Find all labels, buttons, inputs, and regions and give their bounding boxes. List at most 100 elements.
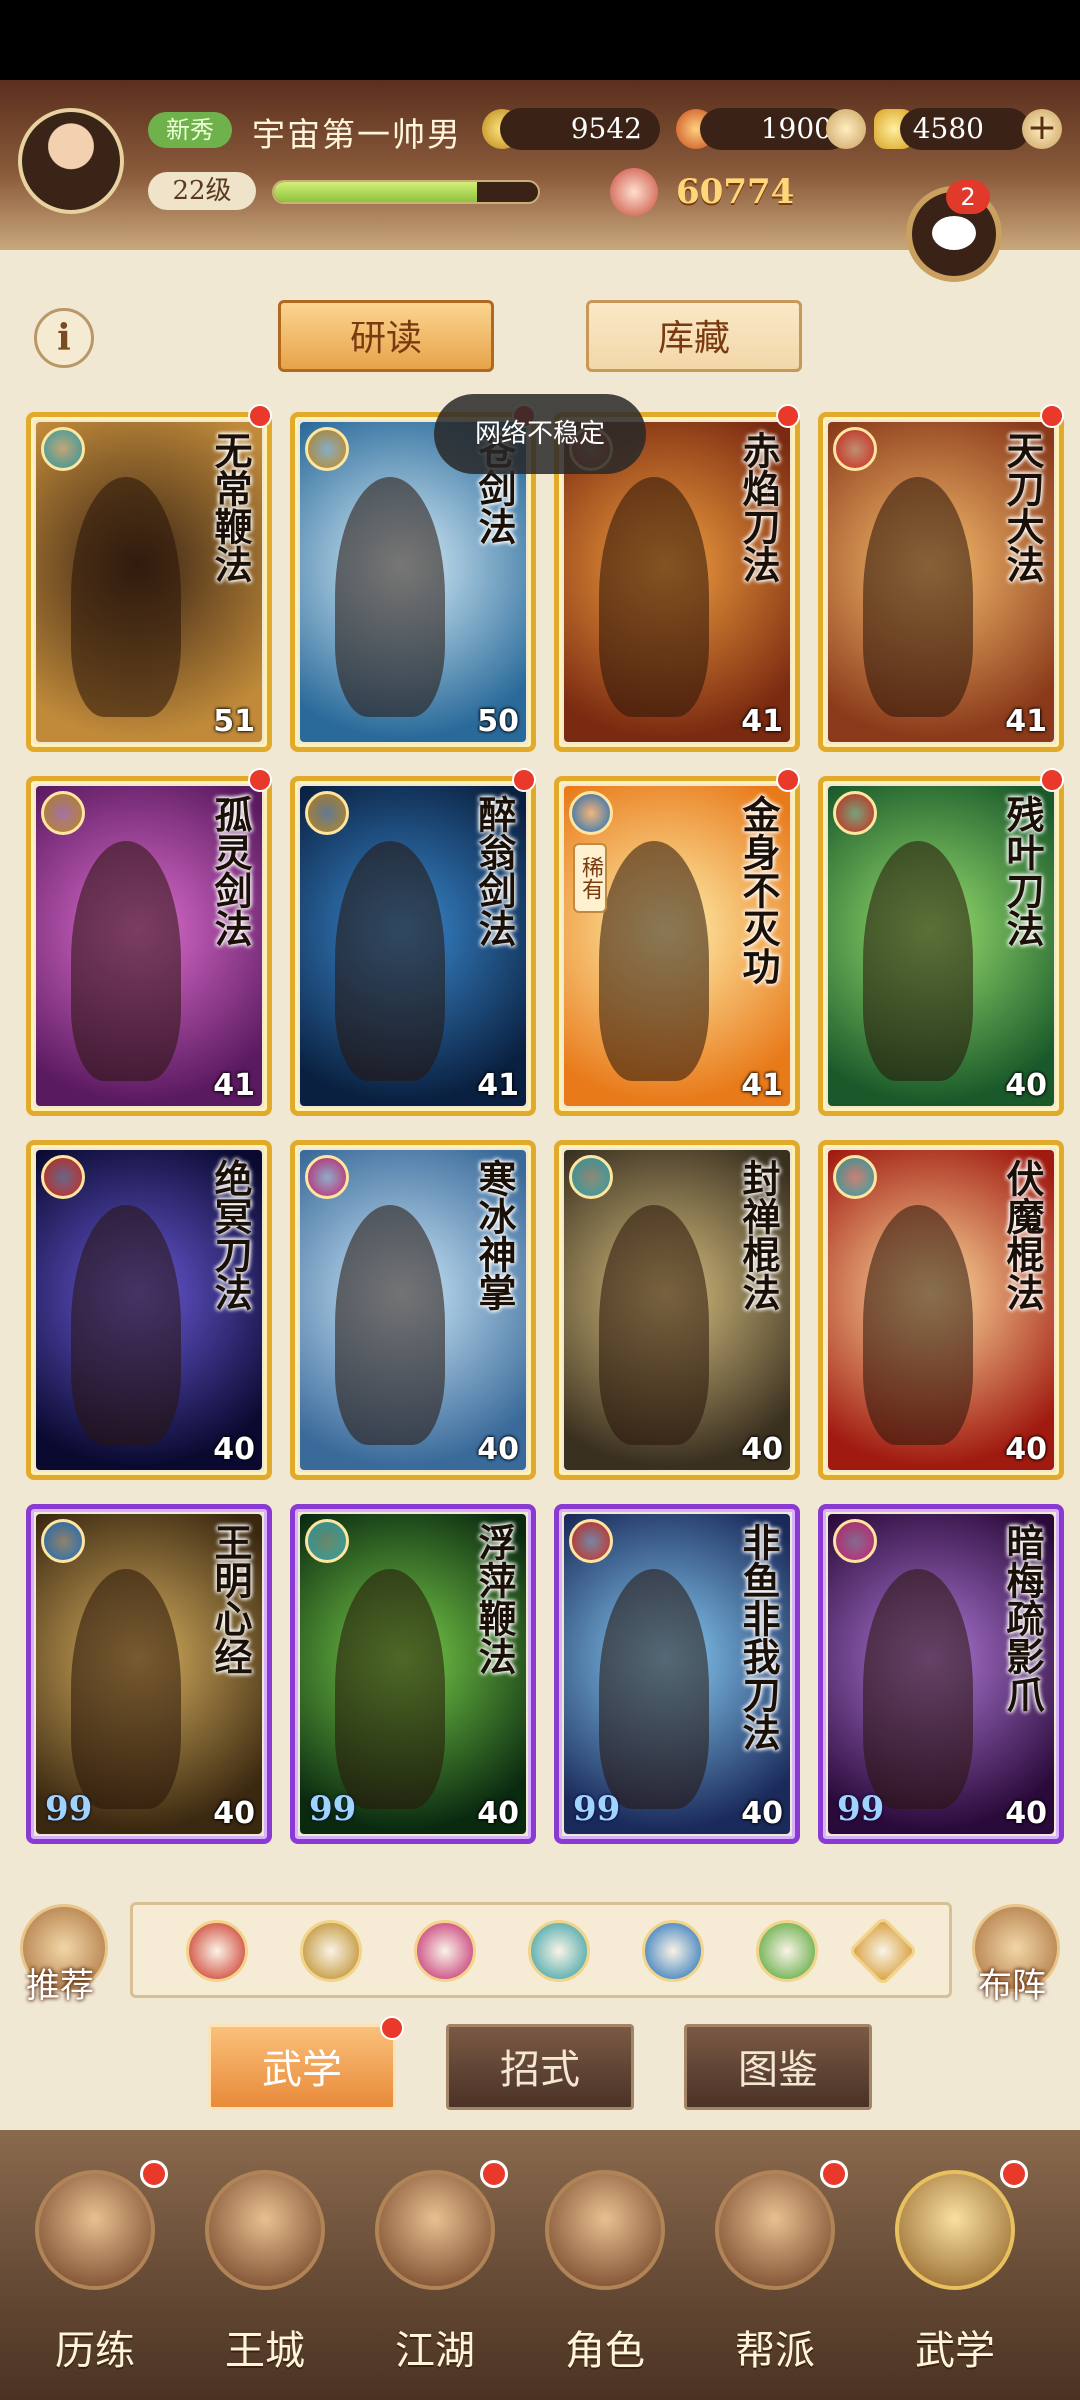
- network-toast: 网络不稳定: [434, 394, 646, 474]
- xp-bar: [272, 180, 540, 204]
- nav-item[interactable]: 王城: [190, 2170, 340, 2390]
- skill-card[interactable]: 浮萍鞭法 99 40: [290, 1504, 536, 1844]
- gold-count: 4580: [900, 108, 1030, 150]
- skill-card-title: 暗梅疏影爪: [1000, 1523, 1045, 1713]
- skill-card[interactable]: 封禅棍法 40: [554, 1140, 800, 1480]
- skill-card[interactable]: 王明心经 99 40: [26, 1504, 272, 1844]
- add-stamina-icon[interactable]: [826, 109, 866, 149]
- sword-filter-icon[interactable]: [300, 1920, 362, 1982]
- skill-type-icon: [305, 1519, 349, 1563]
- nav-item[interactable]: 武学: [880, 2170, 1030, 2390]
- skill-card-level: 40: [1005, 1796, 1047, 1831]
- skill-card-level: 41: [741, 1068, 783, 1103]
- skill-card[interactable]: 醉翁剑法 41: [290, 776, 536, 1116]
- skill-type-icon: [833, 791, 877, 835]
- combat-power-value: 60774: [676, 172, 795, 212]
- coin-count: 9542: [500, 108, 660, 150]
- skill-card-title: 寒冰神掌: [472, 1159, 517, 1311]
- light-skill-filter-icon[interactable]: [756, 1920, 818, 1982]
- formation-label: 布阵: [978, 1966, 1046, 2006]
- nav-item[interactable]: 历练: [20, 2170, 170, 2390]
- skill-quality-mark: 99: [573, 1789, 621, 1829]
- nav-item[interactable]: 帮派: [700, 2170, 850, 2390]
- tab-study[interactable]: 研读: [278, 300, 494, 372]
- skill-card-red-dot: [248, 404, 272, 428]
- xp-bar-fill: [274, 182, 478, 202]
- skill-type-icon: [41, 1155, 85, 1199]
- skill-type-icon: [569, 1519, 613, 1563]
- skill-card[interactable]: 暗梅疏影爪 99 40: [818, 1504, 1064, 1844]
- skill-card[interactable]: 孤灵剑法 41: [26, 776, 272, 1116]
- rookie-badge: 新秀: [148, 112, 232, 148]
- saber-filter-icon[interactable]: [186, 1920, 248, 1982]
- add-gold-icon[interactable]: +: [1022, 109, 1062, 149]
- player-level: 22级: [148, 172, 256, 210]
- skill-card-figure: [335, 841, 445, 1081]
- nav-item-icon: [715, 2170, 835, 2290]
- skill-card[interactable]: 无常鞭法 51: [26, 412, 272, 752]
- skill-card[interactable]: 寒冰神掌 40: [290, 1140, 536, 1480]
- nav-item-icon: [375, 2170, 495, 2290]
- subtab-atlas[interactable]: 图鉴: [684, 2024, 872, 2110]
- skill-card-red-dot: [1040, 768, 1064, 792]
- skill-card-red-dot: [512, 768, 536, 792]
- skill-card-title: 醉翁剑法: [472, 795, 517, 947]
- nav-item[interactable]: 江湖: [360, 2170, 510, 2390]
- skill-card-title: 孤灵剑法: [208, 795, 253, 947]
- skill-card-figure: [335, 1205, 445, 1445]
- skill-card-red-dot: [776, 404, 800, 428]
- skill-card-level: 40: [1005, 1068, 1047, 1103]
- nav-red-dot: [480, 2160, 508, 2188]
- skill-card-figure: [71, 477, 181, 717]
- skill-card-title: 非鱼非我刀法: [736, 1523, 781, 1751]
- nav-item-icon: [35, 2170, 155, 2290]
- inner-force-filter-icon[interactable]: [642, 1920, 704, 1982]
- info-button[interactable]: i: [34, 308, 94, 368]
- skill-card-level: 41: [213, 1068, 255, 1103]
- nav-red-dot: [140, 2160, 168, 2188]
- skill-card-title: 赤焰刀法: [736, 431, 781, 583]
- skill-card-title: 金身不灭功: [736, 795, 781, 985]
- skill-card[interactable]: 非鱼非我刀法 99 40: [554, 1504, 800, 1844]
- subtab-moves[interactable]: 招式: [446, 2024, 634, 2110]
- nav-item-label: 帮派: [735, 2328, 815, 2374]
- skill-card-figure: [71, 1205, 181, 1445]
- skill-type-icon: [833, 427, 877, 471]
- skill-type-icon: [41, 791, 85, 835]
- skill-card[interactable]: 稀有 金身不灭功 41: [554, 776, 800, 1116]
- skill-card-title: 浮萍鞭法: [472, 1523, 517, 1675]
- skill-card-level: 51: [213, 704, 255, 739]
- skill-card-figure: [599, 1205, 709, 1445]
- subtab-martial-dot: [380, 2016, 404, 2040]
- skill-card-level: 40: [213, 1796, 255, 1831]
- nav-item-label: 历练: [55, 2328, 135, 2374]
- tab-storage[interactable]: 库藏: [586, 300, 802, 372]
- skill-card-level: 41: [741, 704, 783, 739]
- skill-card-figure: [599, 477, 709, 717]
- nav-item-icon: [895, 2170, 1015, 2290]
- skill-type-icon: [41, 1519, 85, 1563]
- skill-type-icon: [41, 427, 85, 471]
- skill-card[interactable]: 伏魔棍法 40: [818, 1140, 1064, 1480]
- skill-card-level: 40: [741, 1796, 783, 1831]
- skill-card[interactable]: 天刀大法 41: [818, 412, 1064, 752]
- nav-item-label: 武学: [915, 2328, 995, 2374]
- palm-filter-icon[interactable]: [414, 1920, 476, 1982]
- skill-type-icon: [569, 791, 613, 835]
- skill-card[interactable]: 绝冥刀法 40: [26, 1140, 272, 1480]
- skill-card-figure: [863, 477, 973, 717]
- recommend-label: 推荐: [26, 1966, 94, 2006]
- nav-item[interactable]: 角色: [530, 2170, 680, 2390]
- nav-item-label: 江湖: [395, 2328, 475, 2374]
- subtab-martial[interactable]: 武学: [208, 2024, 396, 2110]
- skill-card-level: 40: [477, 1432, 519, 1467]
- skill-card-figure: [599, 1569, 709, 1809]
- skill-card[interactable]: 残叶刀法 40: [818, 776, 1064, 1116]
- skill-card-level: 40: [477, 1796, 519, 1831]
- nav-item-icon: [545, 2170, 665, 2290]
- skill-card-title: 伏魔棍法: [1000, 1159, 1045, 1311]
- player-avatar[interactable]: [18, 108, 124, 214]
- whip-filter-icon[interactable]: [528, 1920, 590, 1982]
- skill-card-figure: [335, 477, 445, 717]
- skill-card-title: 天刀大法: [1000, 431, 1045, 583]
